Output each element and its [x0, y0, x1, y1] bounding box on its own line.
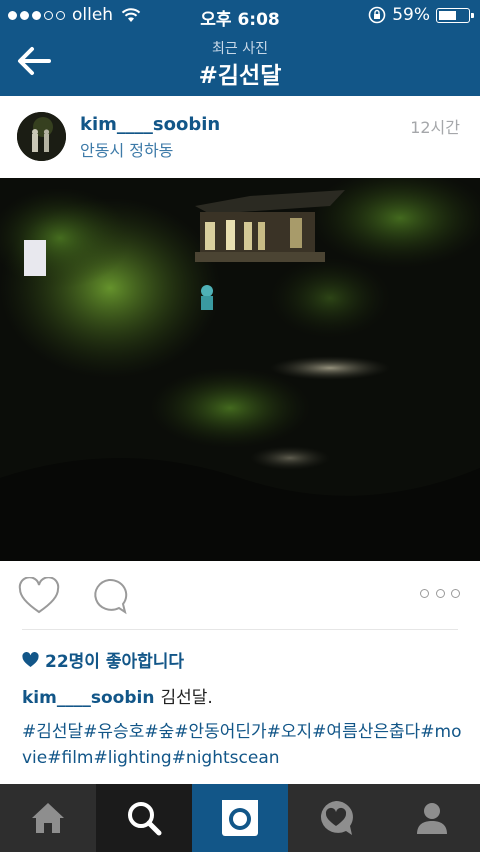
status-right: 59%	[368, 5, 474, 25]
tab-profile[interactable]	[384, 784, 480, 852]
like-heart-icon[interactable]	[18, 577, 60, 615]
battery-icon	[436, 7, 474, 23]
likes-text: 22명이 좋아합니다	[45, 652, 185, 672]
hashtags[interactable]: #김선달#유승호#숲#안동어딘가#오지#여름산은춥다#movie#film#li…	[22, 719, 462, 771]
battery-fill	[439, 10, 456, 20]
post-header: kim____soobin 안동시 정하동 12시간	[0, 96, 480, 178]
post-location[interactable]: 안동시 정하동	[80, 137, 173, 161]
post-caption: kim____soobin 김선달.	[22, 683, 213, 708]
profile-icon	[417, 803, 447, 834]
tab-home[interactable]	[0, 784, 96, 852]
caption-text: 김선달.	[160, 688, 213, 708]
avatar[interactable]	[17, 112, 66, 161]
small-heart-icon	[22, 651, 39, 667]
home-icon	[32, 803, 64, 833]
likes-count[interactable]: 22명이 좋아합니다	[22, 647, 184, 672]
tab-bar	[0, 784, 480, 852]
tab-activity[interactable]	[288, 784, 384, 852]
divider	[22, 629, 458, 630]
post-username[interactable]: kim____soobin	[80, 114, 220, 135]
more-options-icon[interactable]	[420, 589, 460, 601]
night-forest-image	[0, 178, 480, 561]
tab-camera[interactable]	[192, 784, 288, 852]
camera-icon	[222, 800, 258, 836]
tab-search[interactable]	[96, 784, 192, 852]
post-photo[interactable]	[0, 178, 480, 561]
search-icon	[128, 802, 162, 836]
post-time: 12시간	[410, 118, 460, 137]
avatar-image	[17, 112, 66, 161]
post-actions	[0, 561, 480, 631]
rotation-lock-icon	[368, 6, 386, 24]
caption-username[interactable]: kim____soobin	[22, 688, 154, 708]
page-title: #김선달	[198, 63, 282, 89]
nav-subtitle: 최근 사진	[212, 41, 268, 57]
top-header: olleh 오후 6:08 59% 최근 사진 #김선달	[0, 0, 480, 96]
battery-percent: 59%	[392, 5, 430, 25]
activity-heart-icon	[320, 801, 353, 835]
status-bar: olleh 오후 6:08 59%	[0, 0, 480, 32]
comment-bubble-icon[interactable]	[90, 577, 128, 615]
